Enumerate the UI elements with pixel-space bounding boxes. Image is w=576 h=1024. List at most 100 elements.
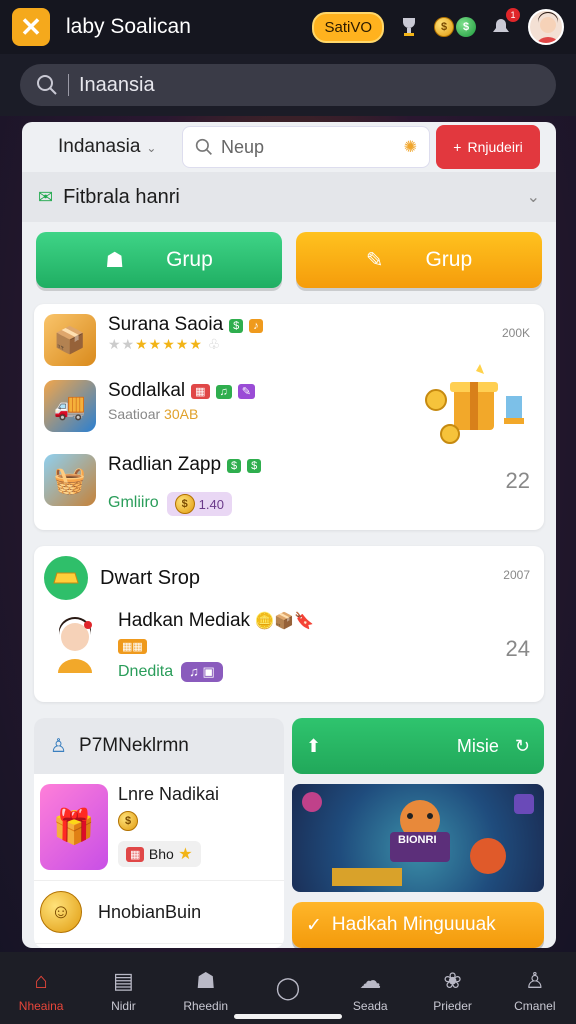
nav-item-home[interactable]: ⌂ Nheaina: [2, 967, 80, 1013]
chest-icon: 📦: [44, 314, 96, 366]
list-item-title: HnobianBuin: [98, 901, 202, 922]
group-button-green[interactable]: ☗ Grup: [36, 232, 282, 288]
check-icon: ✓: [306, 914, 322, 936]
group-button-label: Grup: [425, 248, 473, 271]
nav-item-store[interactable]: ▤ Nidir: [84, 967, 162, 1013]
group-button-orange[interactable]: ✎ Grup: [296, 232, 542, 288]
inner-search-placeholder: Neup: [221, 136, 265, 157]
list-item-count: 22: [505, 468, 530, 493]
list-item-subtitle: Gmliiro: [108, 494, 159, 511]
region-dropdown[interactable]: Indanasia ⌄: [32, 136, 182, 158]
game-cta-button[interactable]: ✓ Hadkah Minguuuak: [292, 902, 544, 948]
star-icon: ★: [178, 846, 193, 863]
list-item-count: 24: [505, 636, 530, 661]
list-item-subtitle: Bho: [148, 846, 174, 862]
profile-icon: ♙: [524, 968, 545, 993]
price-pill[interactable]: ♫ ▣: [181, 662, 223, 682]
green-coin-icon: $: [456, 17, 476, 37]
coin-balance[interactable]: $ $: [434, 17, 476, 37]
close-button[interactable]: ✕: [12, 8, 50, 46]
promo-header[interactable]: ♙ P7MNeklrmn: [34, 718, 284, 774]
gift-icon: ❀: [443, 968, 462, 993]
list-item-title: Sodlalkal: [108, 380, 186, 401]
nav-label: Rheedin: [183, 999, 229, 1013]
add-action-label: Rnjudeiri: [467, 139, 523, 155]
nav-label: Prieder: [433, 999, 472, 1013]
region-label: Indanasia: [58, 136, 141, 157]
search-value: Inaansia: [79, 73, 155, 96]
coin-icon: $: [174, 494, 195, 514]
list-item-title: Lnre Nadikai: [118, 784, 220, 804]
tag-icon: ♪: [249, 318, 263, 333]
shirt-icon: ☗: [105, 248, 125, 272]
search-divider: [68, 74, 69, 96]
home-icon: ⌂: [34, 968, 48, 993]
refresh-icon[interactable]: ↻: [515, 736, 530, 757]
list-item-title: Hadkan Mediak: [118, 610, 251, 631]
nav-item-shirt[interactable]: ☗ Rheedin: [167, 967, 245, 1013]
search-icon: [195, 138, 212, 155]
price-pill[interactable]: $1.40: [166, 492, 232, 516]
gift-box-icon: 🎁: [40, 784, 108, 870]
nav-label: Nheaina: [18, 999, 64, 1013]
list-item[interactable]: Hadkan Mediak 🪙📦🔖 ▦▦ Dnedita ♫ ▣: [44, 610, 314, 682]
home-indicator: [234, 1014, 342, 1019]
ticket-icon: ✉: [38, 186, 54, 207]
avatar[interactable]: [528, 9, 564, 45]
list-item[interactable]: 📦 Surana Saoia $ ♪ ★★★★★★★ ♧: [44, 314, 263, 366]
search-area: Inaansia: [0, 54, 576, 116]
search-icon: [37, 75, 57, 95]
tag-icon: ♫: [215, 384, 232, 399]
nav-item-center[interactable]: ◯: [249, 974, 327, 1006]
list-item[interactable]: ☺ HnobianBuin: [34, 881, 284, 944]
nav-item-profile[interactable]: ♙ Cmanel: [496, 967, 574, 1013]
list-item[interactable]: 🚚 Sodlalkal ▦ ♫ ✎ Saatioar 30AB: [44, 380, 255, 432]
list-item-title: Radlian Zapp: [108, 454, 222, 475]
list-item[interactable]: 🎁 Lnre Nadikai $ ▦ Bho ★: [34, 774, 284, 881]
rating-stars: ★★★★★★★ ♧: [108, 336, 222, 352]
tag-icon: ▦: [126, 847, 145, 863]
filter-row[interactable]: ✉ Fitbrala hanri ⌄: [22, 172, 556, 222]
settings-icon[interactable]: ✺: [404, 137, 417, 157]
ticket-icon: ✎: [365, 248, 384, 272]
chevron-down-icon: ⌄: [146, 141, 157, 155]
bottom-section: ♙ P7MNeklrmn 🎁 Lnre Nadikai $ ▦ Bho ★ ☺ …: [34, 718, 544, 948]
list-item[interactable]: 🧺 Radlian Zapp $ $ Gmliiro $1.40: [44, 454, 262, 516]
nav-item-chat[interactable]: ☁ Seada: [331, 967, 409, 1013]
panel-header: Indanasia ⌄ Neup ✺ + Rnjudeiri: [22, 122, 556, 172]
top-bar: ✕ laby Soalican SatiVO $ $ 1: [0, 0, 576, 54]
shop-header[interactable]: Dwart Srop: [44, 556, 200, 600]
nav-item-gift[interactable]: ❀ Prieder: [414, 967, 492, 1013]
game-header[interactable]: ⬆ Misie ↻: [292, 718, 544, 774]
currency-pill-button[interactable]: SatiVO: [312, 11, 384, 43]
game-cta-label: Hadkah Minguuuak: [331, 914, 496, 935]
list-item-subtitle: Saatioar: [108, 406, 161, 422]
search-input[interactable]: Inaansia: [20, 64, 556, 106]
chat-icon: ☁: [359, 968, 382, 993]
plus-icon: +: [453, 139, 462, 155]
tag-icon: ▦▦: [118, 639, 147, 655]
nav-label: Nidir: [111, 999, 136, 1013]
basket-icon: 🧺: [44, 454, 96, 506]
trophy-icon[interactable]: [394, 12, 424, 42]
nav-label: Cmanel: [514, 999, 556, 1013]
notification-button[interactable]: 1: [486, 8, 520, 42]
add-action-button[interactable]: + Rnjudeiri: [436, 125, 540, 169]
inner-search-input[interactable]: Neup ✺: [182, 126, 430, 168]
game-sign: BIONRI: [398, 834, 437, 846]
shirt-icon: ☗: [195, 968, 216, 993]
gold-bar-icon: [44, 556, 88, 600]
shop-card: Dwart Srop 2007 Hadkan Mediak 🪙📦🔖 ▦▦ Dne…: [34, 546, 544, 702]
list-item-title: Surana Saoia: [108, 314, 224, 335]
promo-title: P7MNeklrmn: [79, 735, 189, 756]
app-title: laby Soalican: [66, 15, 191, 38]
store-icon: ▤: [113, 968, 134, 993]
list-item-subtitle: Dnedita: [118, 663, 174, 680]
lamp-icon: ♙: [50, 735, 68, 757]
coin-icons: 🪙📦🔖: [254, 613, 315, 630]
game-banner[interactable]: BIONRI: [292, 784, 544, 892]
featured-list-card: 📦 Surana Saoia $ ♪ ★★★★★★★ ♧ 200K 🚚 Sodlal…: [34, 304, 544, 530]
notification-badge: 1: [506, 8, 520, 22]
avatar: [44, 610, 106, 676]
main-panel: Indanasia ⌄ Neup ✺ + Rnjudeiri ✉ Fitbrala…: [22, 122, 556, 948]
